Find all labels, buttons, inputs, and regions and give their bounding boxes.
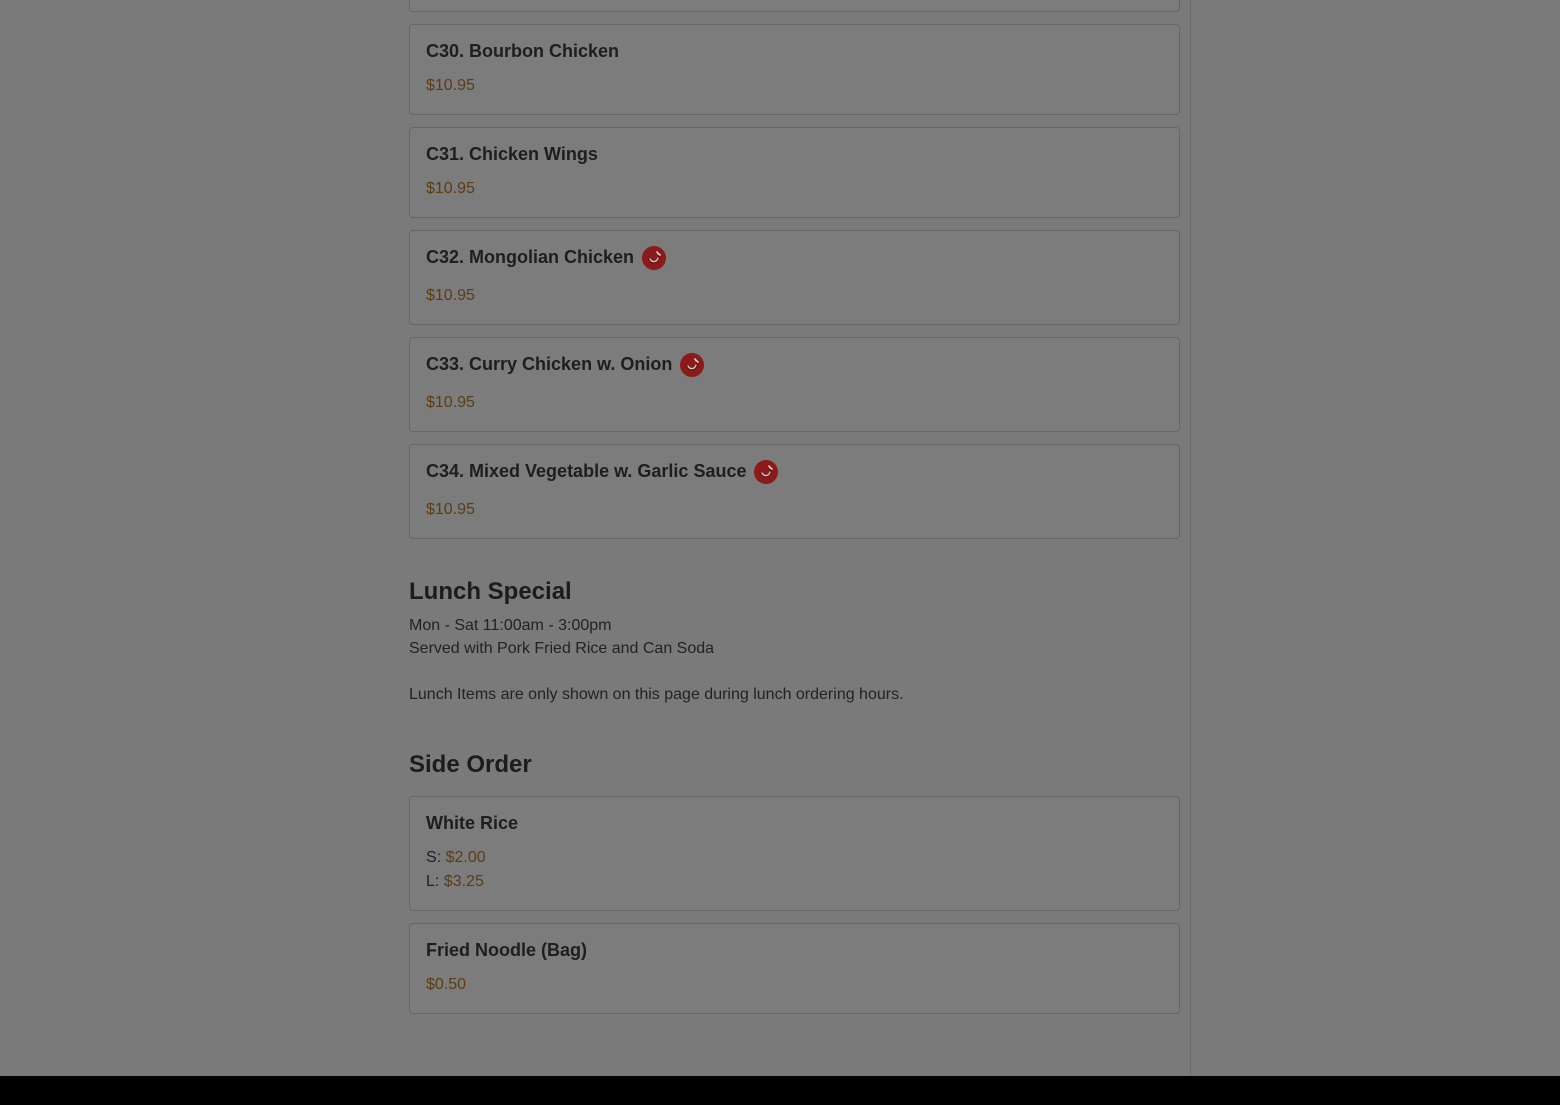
menu-item-name: Fried Noodle (Bag) [426, 940, 587, 961]
menu-item-name-text: C33. Curry Chicken w. Onion [426, 353, 673, 374]
menu-item-name-text: C34. Mixed Vegetable w. Garlic Sauce [426, 460, 747, 481]
lunch-special-heading: Lunch Special [409, 578, 572, 605]
menu-item-price: $10.95 [426, 394, 475, 411]
menu-item-name: C32. Mongolian Chicken [426, 245, 667, 270]
menu-item-name: White Rice [426, 813, 518, 834]
menu-item-price: $10.95 [426, 77, 475, 94]
menu-item-card[interactable]: C32. Mongolian Chicken $10.95 [409, 230, 1180, 325]
menu-item-name: C31. Chicken Wings [426, 144, 598, 165]
menu-item-card[interactable]: C33. Curry Chicken w. Onion $10.95 [409, 337, 1180, 432]
menu-item-card[interactable]: Fried Noodle (Bag) $0.50 [409, 923, 1180, 1014]
menu-item-price: $0.50 [426, 976, 467, 993]
menu-item-price: $10.95 [426, 501, 475, 518]
menu-item-card[interactable]: White Rice S: $2.00 L: $3.25 [409, 796, 1180, 911]
side-order-heading: Side Order [409, 751, 532, 778]
menu-item-price: $10.95 [426, 180, 475, 197]
menu-item-name-text: White Rice [426, 813, 519, 833]
price-value: $2.00 [445, 849, 486, 866]
menu-item-card[interactable]: C30. Bourbon Chicken $10.95 [409, 24, 1180, 115]
size-label: S: [426, 849, 442, 866]
lunch-special-served-with: Served with Pork Fried Rice and Can Soda [409, 640, 715, 657]
lunch-special-notice: Lunch Items are only shown on this page … [409, 686, 904, 703]
menu-item-name-text: Fried Noodle (Bag) [426, 940, 587, 960]
menu-item-name-text: C31. Chicken Wings [426, 144, 598, 164]
content-divider [1190, 0, 1191, 1076]
menu-item-price-large: L: $3.25 [426, 873, 484, 891]
menu-item-name-text: C32. Mongolian Chicken [426, 246, 635, 267]
chili-pepper-icon [680, 353, 705, 377]
menu-item-price: $10.95 [426, 287, 475, 304]
footer-bar [0, 1076, 1560, 1105]
menu-item-name: C34. Mixed Vegetable w. Garlic Sauce [426, 459, 779, 484]
menu-item-card-partial[interactable] [409, 0, 1180, 12]
size-label: L: [426, 873, 440, 890]
chili-pepper-icon [754, 460, 779, 484]
lunch-special-hours: Mon - Sat 11:00am - 3:00pm [409, 617, 612, 634]
menu-item-name-text: C30. Bourbon Chicken [426, 41, 620, 61]
menu-item-name: C30. Bourbon Chicken [426, 41, 619, 62]
price-value: $3.25 [443, 873, 484, 890]
chili-pepper-icon [642, 246, 667, 270]
menu-item-name: C33. Curry Chicken w. Onion [426, 352, 705, 377]
menu-item-card[interactable]: C34. Mixed Vegetable w. Garlic Sauce $10… [409, 444, 1180, 539]
menu-item-price-small: S: $2.00 [426, 849, 486, 867]
menu-item-card[interactable]: C31. Chicken Wings $10.95 [409, 127, 1180, 218]
